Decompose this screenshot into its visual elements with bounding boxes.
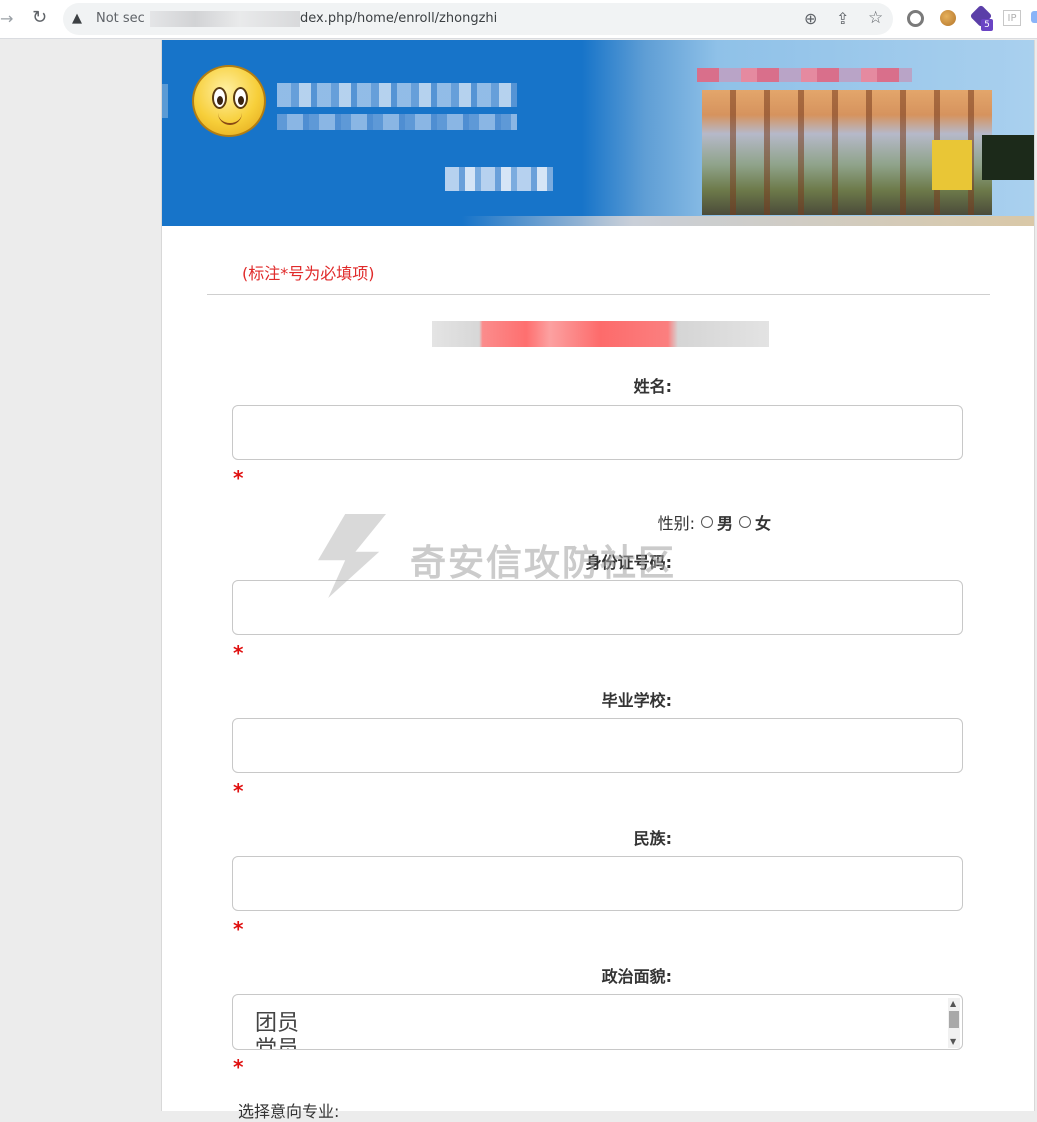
redacted-banner-text — [445, 167, 553, 191]
gender-female-label[interactable]: 女 — [755, 514, 771, 533]
gate-yellow-block — [932, 140, 972, 190]
security-status-text: Not sec — [96, 11, 145, 26]
browser-toolbar: → ↻ ▲ Not sec dex.php/home/enroll/zhongz… — [0, 0, 1037, 39]
extension-badge: 5 — [981, 19, 993, 31]
header-banner — [162, 40, 1034, 226]
redacted-school-subtitle — [277, 114, 517, 130]
divider — [207, 294, 990, 295]
ground-image — [462, 216, 1034, 226]
listbox-scrollbar[interactable]: ▲ ▼ — [948, 998, 960, 1048]
gate-sign-image — [697, 68, 912, 82]
smiley-left-eye — [212, 87, 227, 109]
address-bar[interactable]: ▲ Not sec dex.php/home/enroll/zhongzhi ⊕… — [63, 3, 893, 35]
ethnicity-input[interactable] — [232, 856, 963, 911]
gender-row: 性别: 男 女 — [658, 510, 771, 534]
political-required-mark: * — [233, 1055, 244, 1079]
id-number-input[interactable] — [232, 580, 963, 635]
name-label: 姓名: — [633, 377, 672, 396]
smiley-right-eye — [233, 87, 248, 109]
scroll-up-icon[interactable]: ▲ — [950, 1000, 956, 1008]
warning-icon[interactable]: ▲ — [72, 11, 82, 26]
political-option[interactable]: 团员 — [255, 1011, 299, 1037]
gender-female-radio[interactable] — [738, 516, 751, 528]
redacted-url-part — [150, 11, 300, 27]
major-label: 选择意向专业: — [238, 1102, 340, 1121]
redacted-notice — [432, 321, 769, 347]
id-required-mark: * — [233, 641, 244, 665]
smiley-mouth — [218, 113, 242, 125]
ethnicity-label: 民族: — [633, 829, 672, 848]
redacted-school-name — [277, 83, 517, 107]
share-icon[interactable]: ⇪ — [836, 11, 849, 27]
scroll-thumb[interactable] — [949, 1011, 959, 1028]
extension-partial-icon[interactable] — [1031, 11, 1037, 23]
name-required-mark: * — [233, 466, 244, 490]
required-note: (标注*号为必填项) — [242, 264, 375, 283]
banner-edge-strip — [162, 84, 168, 118]
political-option[interactable]: 党员 — [255, 1037, 299, 1049]
extension-record-icon[interactable] — [907, 10, 924, 27]
smiley-logo-icon — [192, 65, 266, 137]
gender-label: 性别: — [657, 514, 695, 533]
reload-icon[interactable]: ↻ — [32, 9, 47, 27]
ethnicity-required-mark: * — [233, 917, 244, 941]
gender-male-radio[interactable] — [700, 516, 713, 528]
id-number-label: 身份证号码: — [585, 553, 672, 572]
gender-male-label[interactable]: 男 — [717, 514, 733, 533]
name-input[interactable] — [232, 405, 963, 460]
scroll-down-icon[interactable]: ▼ — [950, 1038, 956, 1046]
school-input[interactable] — [232, 718, 963, 773]
tree-shadow — [982, 135, 1034, 180]
url-text[interactable]: dex.php/home/enroll/zhongzhi — [300, 11, 497, 26]
political-listbox[interactable]: 团员 党员 ▲ ▼ — [232, 994, 963, 1050]
extension-cookie-icon[interactable] — [940, 10, 956, 26]
extension-ip-icon[interactable]: IP — [1003, 10, 1021, 26]
enroll-page: (标注*号为必填项) 姓名: * 性别: 男女 身份证号码: * 毕业学校: * … — [161, 40, 1035, 1121]
political-label: 政治面貌: — [601, 967, 672, 986]
school-label: 毕业学校: — [601, 691, 672, 710]
bookmark-star-icon[interactable]: ☆ — [868, 10, 883, 27]
zoom-icon[interactable]: ⊕ — [804, 11, 817, 27]
school-required-mark: * — [233, 779, 244, 803]
back-arrow-icon[interactable]: → — [0, 11, 13, 27]
